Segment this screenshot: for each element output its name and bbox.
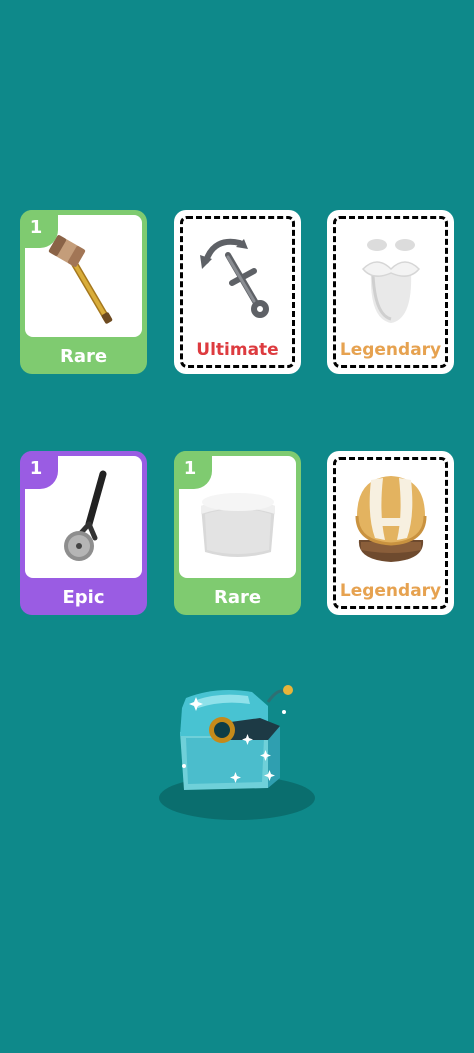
rarity-label: Ultimate (196, 340, 279, 360)
item-art (337, 461, 444, 571)
item-art (337, 220, 444, 330)
reward-card-beard[interactable]: Legendary (327, 210, 454, 374)
count-badge: 1 (20, 451, 58, 489)
reward-card-mallet[interactable]: 1 Rare (20, 210, 147, 374)
reward-chest[interactable] (156, 678, 318, 826)
rarity-label: Epic (62, 586, 105, 608)
rarity-label: Rare (59, 345, 108, 367)
beard-icon (361, 239, 420, 323)
helmet-icon (355, 476, 426, 562)
rarity-label: Rare (213, 586, 262, 608)
anchor-icon (199, 238, 269, 318)
reward-card-helmet[interactable]: Legendary (327, 451, 454, 615)
reward-card-pizza-cutter[interactable]: 1 Epic (20, 451, 147, 615)
count-badge: 1 (174, 451, 212, 489)
rarity-label: Legendary (339, 340, 442, 360)
item-art (184, 220, 291, 330)
reward-card-sailor-hat[interactable]: 1 Rare (174, 451, 301, 615)
rarity-label: Legendary (339, 581, 442, 601)
reward-card-anchor[interactable]: Ultimate (174, 210, 301, 374)
treasure-chest-icon (159, 685, 315, 820)
count-badge: 1 (20, 210, 58, 248)
